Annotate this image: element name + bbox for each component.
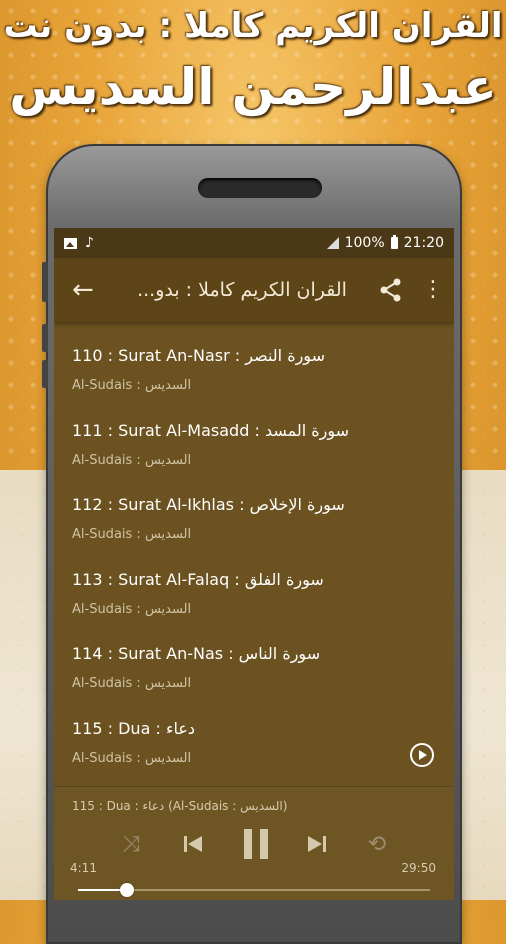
- music-note-icon: ♪: [85, 235, 94, 251]
- battery-icon: [390, 235, 398, 249]
- image-icon: [64, 237, 77, 249]
- surah-reciter: Al-Sudais : السديس: [72, 601, 192, 617]
- player-controls: ⤨ ⟲: [54, 829, 454, 869]
- surah-reciter: Al-Sudais : السديس: [72, 527, 192, 542]
- phone-side-button: [42, 262, 48, 302]
- list-item[interactable]: 111 : Surat Al-Masadd : سورة المسد Al-Su…: [54, 401, 454, 476]
- pause-icon[interactable]: [236, 829, 276, 859]
- list-item[interactable]: 114 : Surat An-Nas : سورة الناس Al-Sudai…: [54, 624, 454, 699]
- surah-title: 115 : Dua : دعاء: [72, 718, 196, 738]
- surah-reciter: Al-Sudais : السديس: [72, 676, 192, 691]
- seek-thumb[interactable]: [120, 883, 135, 897]
- now-playing-text: 115 : Dua : دعاء (Al-Sudais : السديس): [72, 799, 288, 813]
- status-bar: ♪ 100% 21:20: [54, 228, 454, 258]
- seek-bar[interactable]: [78, 883, 430, 897]
- surah-title: 114 : Surat An-Nas : سورة الناس: [72, 644, 321, 663]
- elapsed-time: 4:11: [70, 861, 97, 875]
- phone-speaker: [198, 178, 322, 198]
- phone-side-button: [42, 324, 48, 352]
- skip-next-icon[interactable]: [302, 829, 332, 859]
- media-player: 115 : Dua : دعاء (Al-Sudais : السديس) ⤨ …: [54, 786, 454, 900]
- more-vert-icon[interactable]: ⋮: [422, 279, 444, 301]
- share-icon[interactable]: [378, 277, 404, 303]
- app-bar-title: القران الكريم كاملا : بدو...: [137, 279, 347, 301]
- app-screen: ♪ 100% 21:20 ← القران الكريم كاملا : بدو…: [54, 228, 454, 900]
- surah-title: 110 : Surat An-Nasr : سورة النصر: [72, 346, 325, 365]
- promo-headline: القران الكريم كاملا : بدون نت: [3, 6, 503, 46]
- app-bar: ← القران الكريم كاملا : بدو... ⋮: [54, 258, 454, 322]
- surah-title: 111 : Surat Al-Masadd : سورة المسد: [72, 420, 350, 440]
- list-item[interactable]: 110 : Surat An-Nasr : سورة النصر Al-Suda…: [54, 326, 454, 401]
- surah-title: 112 : Surat Al-Ikhlas : سورة الإخلاص: [72, 495, 345, 514]
- play-circle-icon[interactable]: [410, 742, 434, 767]
- surah-title: 113 : Surat Al-Falaq : سورة الفلق: [72, 569, 324, 589]
- surah-reciter: Al-Sudais : السديس: [72, 378, 192, 393]
- list-item[interactable]: 115 : Dua : دعاء Al-Sudais : السديس: [54, 699, 454, 774]
- list-item[interactable]: 113 : Surat Al-Falaq : سورة الفلق Al-Sud…: [54, 550, 454, 625]
- skip-previous-icon[interactable]: [178, 829, 208, 859]
- surah-reciter: Al-Sudais : السديس: [72, 750, 192, 766]
- repeat-icon[interactable]: ⟲: [362, 829, 392, 859]
- shuffle-icon[interactable]: ⤨: [116, 829, 146, 859]
- list-item[interactable]: 112 : Surat Al-Ikhlas : سورة الإخلاص Al-…: [54, 475, 454, 550]
- promo-reciter-name: عبدالرحمن السديس: [9, 58, 497, 116]
- surah-reciter: Al-Sudais : السديس: [72, 452, 192, 468]
- surah-list: 110 : Surat An-Nasr : سورة النصر Al-Suda…: [54, 326, 454, 773]
- arrow-back-icon[interactable]: ←: [72, 275, 102, 305]
- clock: 21:20: [403, 235, 444, 251]
- total-time: 29:50: [401, 861, 436, 875]
- phone-side-button: [42, 360, 48, 388]
- battery-percent: 100%: [344, 235, 385, 251]
- signal-icon: [326, 237, 339, 249]
